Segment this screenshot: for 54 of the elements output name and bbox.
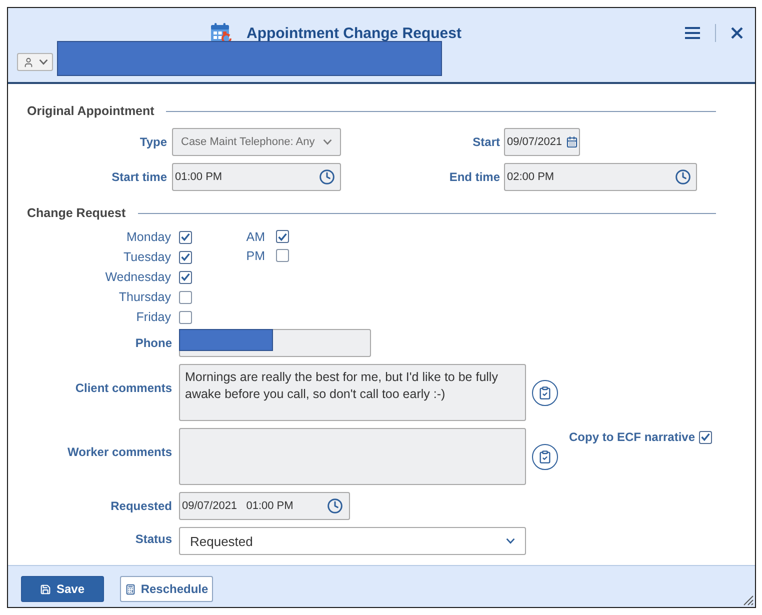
section-heading: Original Appointment: [27, 104, 154, 118]
checkbox-label: Monday: [126, 230, 171, 244]
field-label: Phone: [135, 336, 172, 350]
clock-icon: [319, 169, 335, 185]
menu-icon[interactable]: [685, 27, 700, 39]
checkbox-label: Tuesday: [124, 250, 171, 264]
checkbox[interactable]: [179, 290, 192, 304]
checkbox-label: Wednesday: [105, 270, 171, 284]
checkbox[interactable]: [179, 270, 192, 284]
checkbox[interactable]: [179, 310, 192, 324]
section-heading: Change Request: [27, 206, 126, 220]
status-select[interactable]: Requested: [179, 527, 526, 555]
field-label: Worker comments: [68, 444, 172, 458]
clock-icon: [675, 169, 691, 185]
field-label: Type: [140, 135, 167, 149]
checkbox-label: PM: [246, 248, 265, 262]
user-icon: [23, 56, 34, 68]
calculator-icon: [124, 584, 136, 594]
checkbox[interactable]: [699, 430, 712, 444]
reschedule-button[interactable]: Reschedule: [120, 576, 213, 602]
checkbox[interactable]: [276, 230, 289, 243]
user-dropdown-button[interactable]: [17, 53, 53, 71]
calendar-icon: [566, 136, 578, 148]
field-label: End time: [449, 170, 500, 184]
field-label: Client comments: [75, 380, 172, 394]
checkmark-icon: [181, 233, 190, 241]
clock-icon: [327, 498, 343, 514]
field-label: Start time: [112, 170, 167, 184]
clipboard-check-icon: [538, 450, 552, 464]
resize-grip-icon[interactable]: [743, 595, 754, 606]
checkbox[interactable]: [179, 250, 192, 264]
checkmark-icon: [701, 433, 710, 441]
chevron-down-icon: [506, 538, 515, 544]
checkbox-label: Thursday: [118, 290, 171, 304]
chevron-down-icon: [323, 139, 332, 145]
save-icon: [40, 584, 52, 594]
field-label: Status: [135, 532, 172, 546]
field-label: Requested: [110, 499, 172, 513]
checkbox-label: AM: [246, 230, 265, 244]
checkbox-label: Friday: [136, 310, 171, 324]
checkmark-icon: [181, 253, 190, 261]
clipboard-check-icon: [538, 386, 552, 400]
field-label: Start: [472, 135, 500, 149]
chevron-down-icon: [39, 59, 48, 65]
checkbox[interactable]: [179, 230, 192, 244]
checkbox-label: Copy to ECF narrative: [569, 430, 696, 444]
window-title: Appointment Change Request: [246, 24, 462, 42]
save-button[interactable]: Save: [21, 576, 104, 602]
clipboard-button[interactable]: [532, 444, 558, 470]
clipboard-button[interactable]: [532, 380, 558, 406]
checkbox[interactable]: [276, 249, 289, 262]
close-icon[interactable]: [731, 27, 743, 39]
checkmark-icon: [181, 273, 190, 281]
checkmark-icon: [278, 232, 287, 240]
